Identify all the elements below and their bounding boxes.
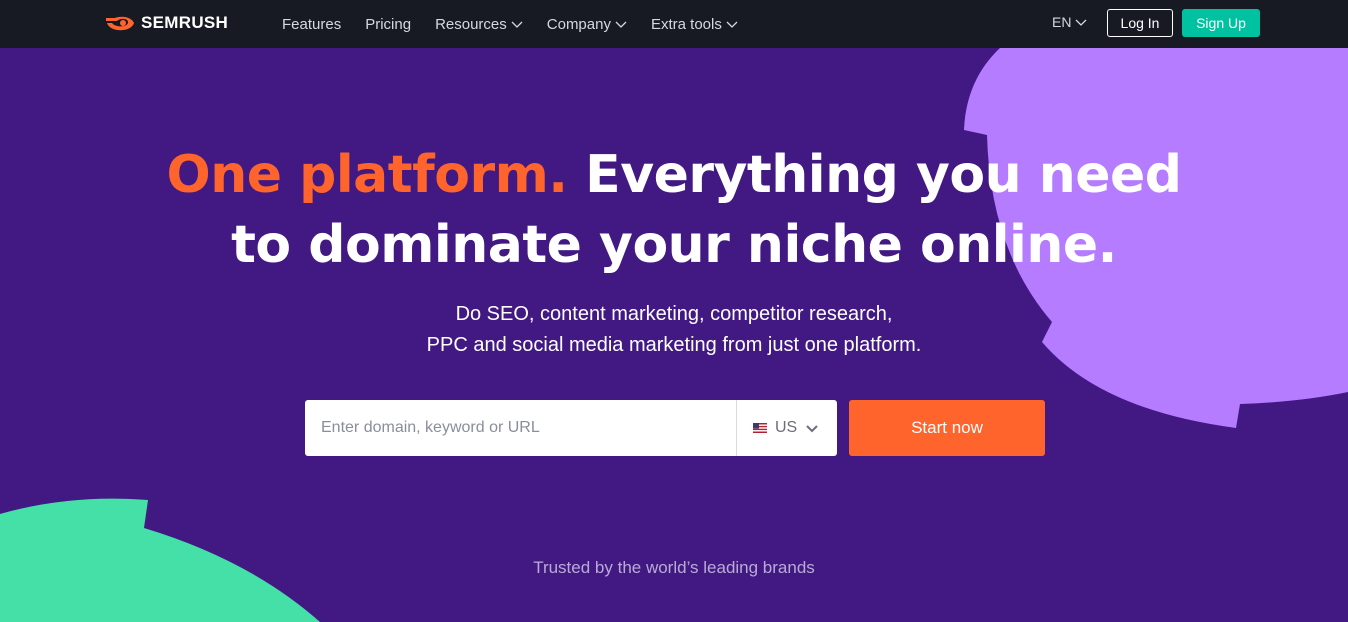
hero-subtitle-line2: PPC and social media marketing from just…	[426, 334, 922, 356]
chevron-down-icon	[1075, 19, 1087, 26]
top-navigation-bar: SEMRUSH Features Pricing Resources Compa…	[0, 0, 1348, 48]
language-label: EN	[1052, 14, 1072, 30]
trusted-brands-text: Trusted by the world’s leading brands	[533, 558, 815, 577]
nav-item-label: Features	[282, 15, 342, 33]
chevron-down-icon	[726, 21, 738, 28]
brand-name: SEMRUSH	[141, 13, 229, 32]
chevron-down-icon	[615, 21, 627, 28]
login-button[interactable]: Log In	[1107, 9, 1173, 37]
nav-item-features[interactable]: Features	[282, 16, 341, 33]
chevron-down-icon	[511, 21, 523, 28]
hero-title-accent: One platform.	[166, 145, 569, 205]
nav-item-resources[interactable]: Resources	[435, 16, 523, 33]
nav-item-pricing[interactable]: Pricing	[365, 16, 411, 33]
hero-subtitle-line1: Do SEO, content marketing, competitor re…	[455, 303, 893, 325]
main-nav: Features Pricing Resources Company Extra…	[282, 0, 738, 48]
language-selector[interactable]: EN	[1052, 14, 1087, 30]
semrush-logo[interactable]: SEMRUSH	[104, 12, 228, 34]
semrush-flame-icon	[106, 16, 134, 31]
chevron-down-icon	[806, 425, 818, 433]
database-select[interactable]: US	[736, 400, 837, 456]
start-now-button[interactable]: Start now	[849, 400, 1045, 456]
nav-item-extra-tools[interactable]: Extra tools	[651, 16, 738, 33]
database-label: US	[775, 419, 798, 436]
nav-item-label: Company	[546, 15, 611, 33]
signup-button[interactable]: Sign Up	[1182, 9, 1260, 37]
us-flag-icon	[753, 423, 767, 433]
nav-item-label: Resources	[435, 15, 507, 33]
nav-item-company[interactable]: Company	[547, 16, 627, 33]
hero-subtitle: Do SEO, content marketing, competitor re…	[0, 299, 1348, 361]
search-input[interactable]	[305, 400, 736, 456]
nav-item-label: Pricing	[365, 15, 412, 33]
nav-item-label: Extra tools	[650, 15, 722, 33]
hero-title-line2: to dominate your niche online.	[231, 215, 1117, 275]
search-box: US	[305, 400, 837, 456]
hero-title: One platform. Everything you need to dom…	[0, 140, 1348, 280]
hero-title-line1: Everything you need	[585, 145, 1182, 205]
